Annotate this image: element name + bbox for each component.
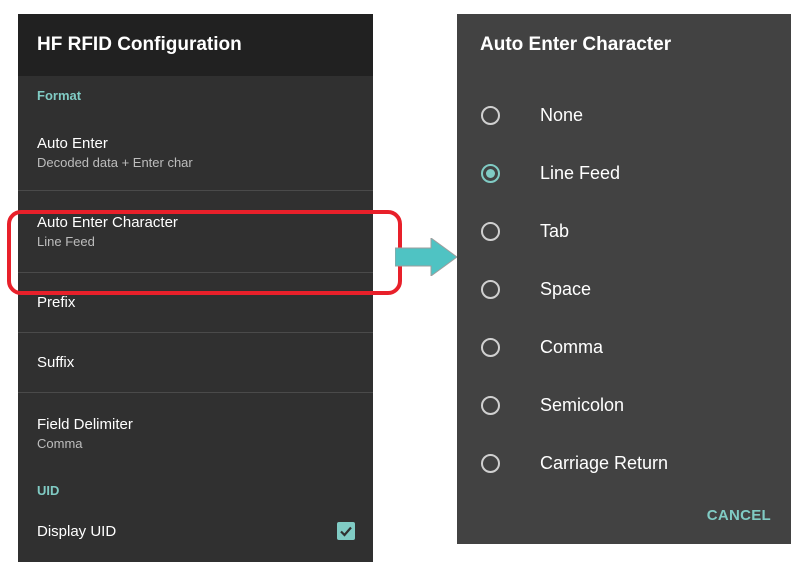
pref-title: Suffix (37, 354, 75, 371)
radio-button[interactable] (481, 105, 500, 125)
check-icon (340, 526, 352, 537)
option-label: Tab (540, 220, 570, 241)
option-label: Line Feed (540, 162, 621, 183)
display-uid-checkbox[interactable] (337, 522, 355, 540)
option-label: Semicolon (540, 394, 625, 415)
section-header-format: Format (37, 87, 82, 103)
radio-button[interactable] (481, 337, 500, 357)
pref-summary: Comma (37, 435, 83, 451)
radio-button[interactable] (481, 395, 500, 415)
toolbar-title: HF RFID Configuration (37, 34, 242, 55)
option-tab[interactable]: Tab (457, 202, 791, 260)
pref-summary: Decoded data + Enter char (37, 154, 193, 170)
option-label: Space (540, 278, 592, 299)
option-carriage-return[interactable]: Carriage Return (457, 434, 791, 492)
toolbar: HF RFID Configuration (18, 14, 373, 76)
pref-title: Auto Enter (37, 134, 108, 152)
highlight-box (7, 210, 402, 295)
radio-button[interactable] (481, 221, 500, 241)
option-semicolon[interactable]: Semicolon (457, 376, 791, 434)
option-none[interactable]: None (457, 86, 791, 144)
dialog-title: Auto Enter Character (480, 34, 672, 55)
pref-title: Display UID (37, 522, 117, 540)
option-label: Carriage Return (540, 452, 669, 473)
pref-title: Prefix (37, 294, 76, 311)
option-space[interactable]: Space (457, 260, 791, 318)
pref-title: Field Delimiter (37, 415, 133, 433)
option-label: None (540, 104, 584, 125)
option-comma[interactable]: Comma (457, 318, 791, 376)
pref-suffix[interactable]: Suffix (18, 333, 373, 392)
pref-display-uid[interactable]: Display UID (18, 507, 373, 555)
pref-field-delimiter[interactable]: Field Delimiter Comma (18, 393, 373, 473)
section-header-uid: UID (37, 482, 60, 498)
pref-auto-enter[interactable]: Auto Enter Decoded data + Enter char (18, 114, 373, 190)
arrow-right-icon (395, 238, 458, 276)
auto-enter-character-dialog: Auto Enter Character None Line Feed Tab … (457, 14, 791, 544)
radio-button-selected[interactable] (481, 163, 500, 183)
option-label: Comma (540, 336, 604, 357)
option-line-feed[interactable]: Line Feed (457, 144, 791, 202)
cancel-button[interactable]: CANCEL (707, 507, 771, 524)
radio-button[interactable] (481, 279, 500, 299)
options-list: None Line Feed Tab Space Comma Semicolon… (457, 86, 791, 492)
radio-button[interactable] (481, 453, 500, 473)
